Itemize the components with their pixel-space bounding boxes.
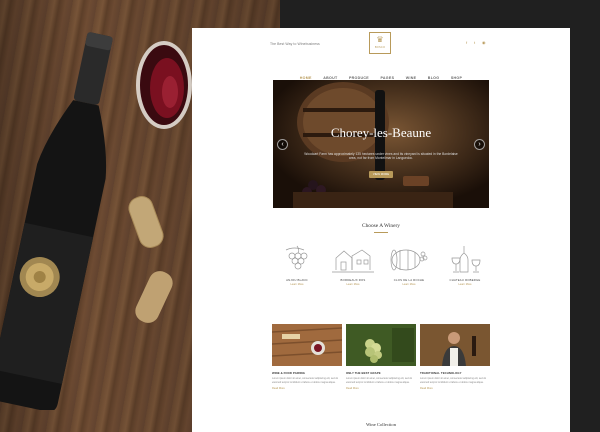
winery-learn-more-link[interactable]: Learn More <box>440 283 490 286</box>
rss-icon[interactable]: ◉ <box>482 40 486 45</box>
post-excerpt: Lorem ipsum dolor sit amet, consectetur … <box>272 377 339 384</box>
post-title[interactable]: WINE & FOOD PAIRING <box>272 371 342 375</box>
wine-bottle-glass-icon <box>451 246 481 273</box>
wine-collection-title: Wine Collection <box>365 422 397 427</box>
site-header: The Best Way to Winebusiness ♛ BOSCO f t… <box>192 28 570 68</box>
slider-next-arrow-icon[interactable]: › <box>474 139 485 150</box>
winery-learn-more-link[interactable]: Learn More <box>272 283 322 286</box>
wine-bottle-image <box>0 32 113 410</box>
cork-image <box>128 196 164 248</box>
website-mockup: The Best Way to Winebusiness ♛ BOSCO f t… <box>192 28 570 432</box>
twitter-icon[interactable]: t <box>474 40 475 45</box>
winery-item[interactable]: CLOS DE LA ROCHE Learn More <box>384 244 434 286</box>
post-read-more-link[interactable]: Read More <box>420 387 490 390</box>
post-read-more-link[interactable]: Read More <box>272 387 342 390</box>
hero-image <box>273 80 489 208</box>
slider-prev-arrow-icon[interactable]: ‹ <box>277 139 288 150</box>
post-image[interactable] <box>346 324 416 366</box>
winery-item[interactable]: CHATEAU ROBERGE Learn More <box>440 244 490 286</box>
winery-house-icon <box>332 249 374 273</box>
wine-barrel-icon <box>390 249 428 271</box>
hero-view-more-button[interactable]: VIEW MORE <box>369 171 393 178</box>
winery-name: CHATEAU ROBERGE <box>449 278 481 282</box>
cork-image <box>135 271 173 323</box>
crown-icon: ♛ <box>376 35 384 44</box>
winery-learn-more-link[interactable]: Learn More <box>328 283 378 286</box>
post-excerpt: Lorem ipsum dolor sit amet, consectetur … <box>420 377 487 384</box>
post-read-more-link[interactable]: Read More <box>346 387 416 390</box>
site-tagline: The Best Way to Winebusiness <box>270 42 320 46</box>
blog-post[interactable]: TRADITIONAL TECHNOLOGY Lorem ipsum dolor… <box>420 324 490 390</box>
facebook-icon[interactable]: f <box>466 40 467 45</box>
post-image[interactable] <box>420 324 490 366</box>
post-image[interactable] <box>272 324 342 366</box>
winery-item[interactable]: BORDEAUX ROS Learn More <box>328 244 378 286</box>
winery-name: ANJOU BLANC <box>286 278 308 282</box>
winery-name: BORDEAUX ROS <box>340 278 366 282</box>
hero-description: Woodcart Farm has approximately 135 hect… <box>304 152 458 161</box>
blog-post[interactable]: ONLY THE BEST GRAPE Lorem ipsum dolor si… <box>346 324 416 390</box>
winery-learn-more-link[interactable]: Learn More <box>384 283 434 286</box>
wineries-title-underline <box>374 232 388 233</box>
hero-slider: Chorey-les-Beaune Woodcart Farm has appr… <box>273 80 489 208</box>
logo-text: BOSCO <box>374 46 386 49</box>
post-title[interactable]: ONLY THE BEST GRAPE <box>346 371 416 375</box>
winery-item[interactable]: ANJOU BLANC Learn More <box>272 244 322 286</box>
grapes-icon <box>285 245 308 270</box>
wineries-title: Choose A Winery <box>361 223 400 229</box>
blog-post[interactable]: WINE & FOOD PAIRING Lorem ipsum dolor si… <box>272 324 342 390</box>
post-title[interactable]: TRADITIONAL TECHNOLOGY <box>420 371 490 375</box>
hero-title: Chorey-les-Beaune <box>330 125 432 140</box>
site-logo[interactable]: ♛ BOSCO <box>369 32 391 54</box>
winery-name: CLOS DE LA ROCHE <box>393 278 425 282</box>
wine-glass-image <box>136 41 192 129</box>
post-excerpt: Lorem ipsum dolor sit amet, consectetur … <box>346 377 413 384</box>
